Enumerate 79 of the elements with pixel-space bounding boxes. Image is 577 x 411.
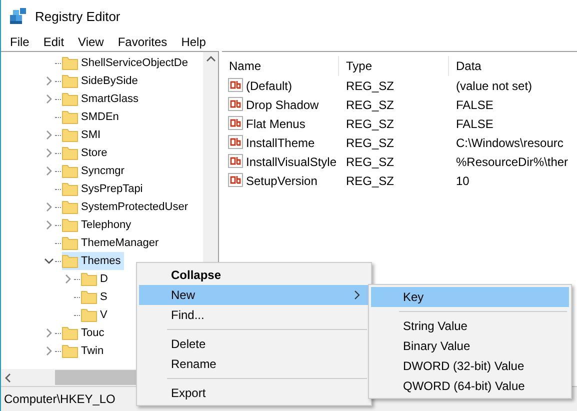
- table-cell-text: REG_SZ: [345, 154, 396, 168]
- string-value-icon: [228, 78, 244, 93]
- chevron-right-icon: [353, 290, 361, 300]
- folder-icon: [62, 146, 78, 160]
- column-header[interactable]: Name: [222, 56, 339, 76]
- table-cell-text: (value not set): [455, 78, 534, 92]
- string-value-icon: [228, 97, 244, 112]
- folder-icon: [62, 110, 78, 124]
- table-cell: Flat Menus: [222, 116, 339, 131]
- menu-bar-item[interactable]: File: [3, 34, 36, 48]
- menu-item[interactable]: Key: [371, 287, 569, 307]
- folder-icon: [62, 200, 78, 214]
- table-cell-text: FALSE: [455, 116, 494, 130]
- folder-icon: [62, 92, 78, 106]
- tree-item[interactable]: SMDEn: [62, 108, 122, 126]
- folder-icon: [81, 290, 97, 304]
- table-cell: Drop Shadow: [222, 97, 339, 112]
- tree-item[interactable]: S: [81, 288, 110, 306]
- menu-bar-item[interactable]: Favorites: [110, 34, 174, 48]
- tree-item[interactable]: Syncmgr: [62, 162, 128, 180]
- table-cell-text: C:\Windows\resourc: [455, 136, 564, 150]
- table-cell: InstallTheme: [222, 135, 339, 150]
- tree-item[interactable]: ShellServiceObjectDe: [62, 54, 191, 72]
- tree-item[interactable]: Twin: [62, 342, 107, 360]
- menu-item[interactable]: Export: [139, 383, 369, 403]
- string-value-icon: [228, 173, 244, 188]
- table-cell: InstallVisualStyle: [222, 154, 339, 169]
- table-cell-text: REG_SZ: [345, 78, 396, 92]
- menu-bar-item[interactable]: Help: [174, 34, 213, 48]
- folder-icon: [81, 308, 97, 322]
- menu-item[interactable]: Rename: [139, 354, 369, 374]
- tree-item[interactable]: Store: [62, 144, 110, 162]
- folder-icon: [62, 182, 78, 196]
- menu-item[interactable]: Collapse: [139, 265, 369, 285]
- tree-item[interactable]: ThemeManager: [62, 234, 162, 252]
- app-icon: [9, 7, 27, 25]
- tree-item[interactable]: D: [81, 270, 111, 288]
- string-value-icon: [228, 154, 244, 169]
- table-cell: (Default): [222, 78, 339, 93]
- folder-icon: [62, 218, 78, 232]
- folder-icon: [81, 272, 97, 286]
- tree-item[interactable]: SmartGlass: [62, 90, 142, 108]
- folder-icon: [62, 236, 78, 250]
- column-header[interactable]: Type: [339, 56, 449, 76]
- table-cell-text: %ResourceDir%\ther: [455, 154, 570, 168]
- folder-icon: [62, 164, 78, 178]
- table-cell-text: REG_SZ: [345, 174, 396, 188]
- string-value-icon: [228, 135, 244, 150]
- table-cell-text: REG_SZ: [345, 136, 396, 150]
- menu-bar-item[interactable]: Edit: [36, 34, 72, 48]
- folder-icon: [62, 326, 78, 340]
- tree-item[interactable]: SysPrepTapi: [62, 180, 146, 198]
- tree-item[interactable]: Touc: [62, 324, 108, 342]
- tree-item[interactable]: Themes: [62, 252, 124, 270]
- menu-item[interactable]: DWORD (32-bit) Value: [371, 356, 569, 376]
- window-title: Registry Editor: [35, 8, 120, 24]
- menu-item[interactable]: Delete: [139, 334, 369, 354]
- string-value-icon: [228, 116, 244, 131]
- table-cell-text: REG_SZ: [345, 116, 396, 130]
- table-cell-text: 10: [455, 174, 470, 188]
- folder-icon: [62, 56, 78, 70]
- table-cell-text: REG_SZ: [345, 98, 396, 112]
- tree-item[interactable]: SideBySide: [62, 72, 141, 90]
- table-cell: SetupVersion: [222, 173, 339, 188]
- table-cell-text: FALSE: [455, 98, 494, 112]
- tree-item[interactable]: SMI: [62, 126, 104, 144]
- menu-bar-item[interactable]: View: [71, 34, 111, 48]
- menu-item[interactable]: New: [139, 285, 369, 305]
- tree-item[interactable]: V: [81, 306, 110, 324]
- menu-item[interactable]: Binary Value: [371, 336, 569, 356]
- folder-icon: [62, 344, 78, 358]
- menu-item[interactable]: Find...: [139, 305, 369, 325]
- tree-item[interactable]: SystemProtectedUser: [62, 198, 191, 216]
- column-header[interactable]: Data: [449, 56, 577, 76]
- folder-icon: [62, 254, 78, 268]
- tree-item[interactable]: Telephony: [62, 216, 134, 234]
- folder-icon: [62, 128, 78, 142]
- menu-item[interactable]: String Value: [371, 316, 569, 336]
- folder-icon: [62, 74, 78, 88]
